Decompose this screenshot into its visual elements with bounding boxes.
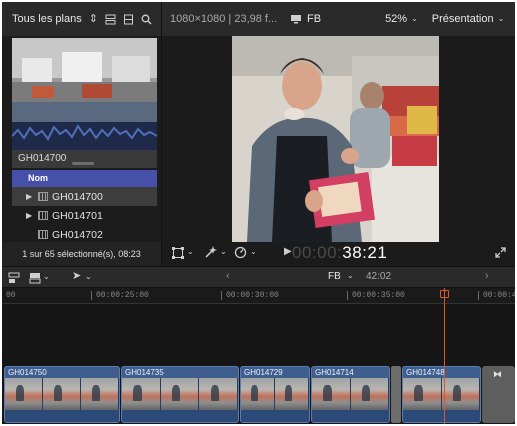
ruler-tick: 00 [2, 291, 16, 300]
clip-view-icon[interactable] [105, 14, 116, 25]
timeline-clip[interactable]: GH014750 [4, 366, 120, 423]
chevron-down-icon[interactable]: ⌄ [250, 248, 257, 256]
ruler-tick: 00:00:40 [477, 291, 515, 300]
audio-waveform [403, 410, 480, 422]
zoom-menu[interactable]: 52% [385, 13, 407, 25]
clip-filter-menu[interactable]: Tous les plans [12, 13, 82, 25]
chevron-left-icon[interactable]: ‹ [226, 271, 230, 282]
clip-view-icon[interactable] [8, 272, 20, 284]
thumbnail-name: GH014700 [12, 150, 157, 168]
timeline-toolbar: ⌄ ➤ ⌄ ‹ FB ⌄ 42:02 › [2, 266, 515, 288]
filmstrip-icon [38, 230, 48, 239]
audio-waveform [122, 410, 238, 422]
chevron-down-icon[interactable]: ⌄ [85, 273, 92, 281]
timeline-duration: 42:02 [366, 271, 392, 282]
browser-panel: GH014700 Nom ▶ GH014700 ▶ GH014701 GH014… [2, 36, 162, 266]
viewer-panel [162, 36, 515, 242]
clip-name: GH014750 [8, 368, 47, 377]
clip-row[interactable]: ▶ GH014700 [12, 187, 157, 206]
disclosure-triangle-icon[interactable]: ▶ [26, 211, 34, 220]
transform-icon[interactable] [172, 247, 184, 259]
chevron-down-icon[interactable]: ⌄ [43, 273, 50, 281]
format-info: 1080×1080 | 23,98 f... [170, 13, 278, 25]
playhead[interactable] [444, 288, 445, 424]
gap-clip[interactable] [391, 366, 401, 423]
timeline-clip[interactable]: GH014714 [311, 366, 390, 423]
presentation-menu[interactable]: Présentation [432, 13, 494, 25]
chevron-updown-icon[interactable]: ⇕ [89, 13, 98, 25]
viewer-project-name: FB [307, 13, 322, 25]
filmstrip-slider[interactable] [72, 162, 94, 165]
play-icon[interactable]: ▶ [284, 247, 292, 257]
timeline-clip[interactable]: GH014735 [121, 366, 239, 423]
timecode-display: 00:00:38:21 [292, 243, 388, 262]
playhead-handle[interactable] [440, 290, 449, 298]
transition-clip[interactable]: ⧓ [482, 366, 515, 423]
timeline-clip[interactable]: GH014748 [402, 366, 481, 423]
chevron-down-icon[interactable]: ⌄ [347, 272, 354, 280]
video-frame [232, 36, 439, 242]
clip-name: GH014748 [406, 368, 445, 377]
ruler-tick: 00:00:25:00 [91, 291, 149, 300]
chevron-down-icon[interactable]: ⌄ [411, 15, 418, 23]
audio-waveform [5, 410, 119, 422]
clip-name: GH014714 [315, 368, 354, 377]
fullscreen-icon[interactable] [495, 247, 506, 258]
browser-toolbar: Tous les plans ⇕ [2, 2, 162, 36]
transition-icon: ⧓ [493, 369, 502, 379]
final-cut-window: Tous les plans ⇕ 1080×1080 | 23,98 f... … [2, 2, 515, 424]
audio-waveform [241, 410, 309, 422]
timeline-clip[interactable]: GH014729 [240, 366, 310, 423]
append-icon[interactable] [29, 272, 41, 284]
disclosure-triangle-icon[interactable]: ▶ [26, 192, 34, 201]
chevron-right-icon[interactable]: › [485, 271, 489, 282]
timeline-ruler[interactable]: 00 00:00:25:00 00:00:30:00 00:00:35:00 0… [2, 288, 515, 304]
display-icon [290, 14, 302, 24]
clip-thumbnail[interactable] [12, 38, 157, 150]
name-column-header[interactable]: Nom [12, 170, 157, 187]
filmstrip-icon [38, 211, 48, 220]
clip-row-name: GH014700 [52, 190, 103, 203]
timeline-project-name[interactable]: FB [328, 271, 341, 282]
search-icon[interactable] [141, 14, 152, 25]
filmstrip-icon[interactable] [123, 14, 134, 25]
clip-row-name: GH014701 [52, 209, 103, 222]
viewer-toolbar: 1080×1080 | 23,98 f... FB 52% ⌄ Présenta… [162, 2, 515, 36]
clip-name: GH014735 [125, 368, 164, 377]
arrow-tool-icon[interactable]: ➤ [72, 271, 81, 282]
filmstrip-icon [38, 192, 48, 201]
chevron-down-icon[interactable]: ⌄ [498, 15, 505, 23]
clip-name: GH014729 [244, 368, 283, 377]
ruler-tick: 00:00:30:00 [221, 291, 279, 300]
clip-row-name: GH014702 [52, 228, 103, 241]
selection-status: 1 sur 65 sélectionné(s), 08:23 [2, 242, 161, 266]
magic-wand-icon[interactable] [204, 246, 217, 259]
viewer-controls: ⌄ ⌄ ⌄ ▶ 00:00:38:21 [162, 242, 515, 266]
speed-icon[interactable] [234, 246, 247, 259]
chevron-down-icon[interactable]: ⌄ [220, 248, 227, 256]
audio-waveform [312, 410, 389, 422]
ruler-tick: 00:00:35:00 [347, 291, 405, 300]
clip-row[interactable]: ▶ GH014701 [12, 206, 157, 225]
chevron-down-icon[interactable]: ⌄ [187, 248, 194, 256]
